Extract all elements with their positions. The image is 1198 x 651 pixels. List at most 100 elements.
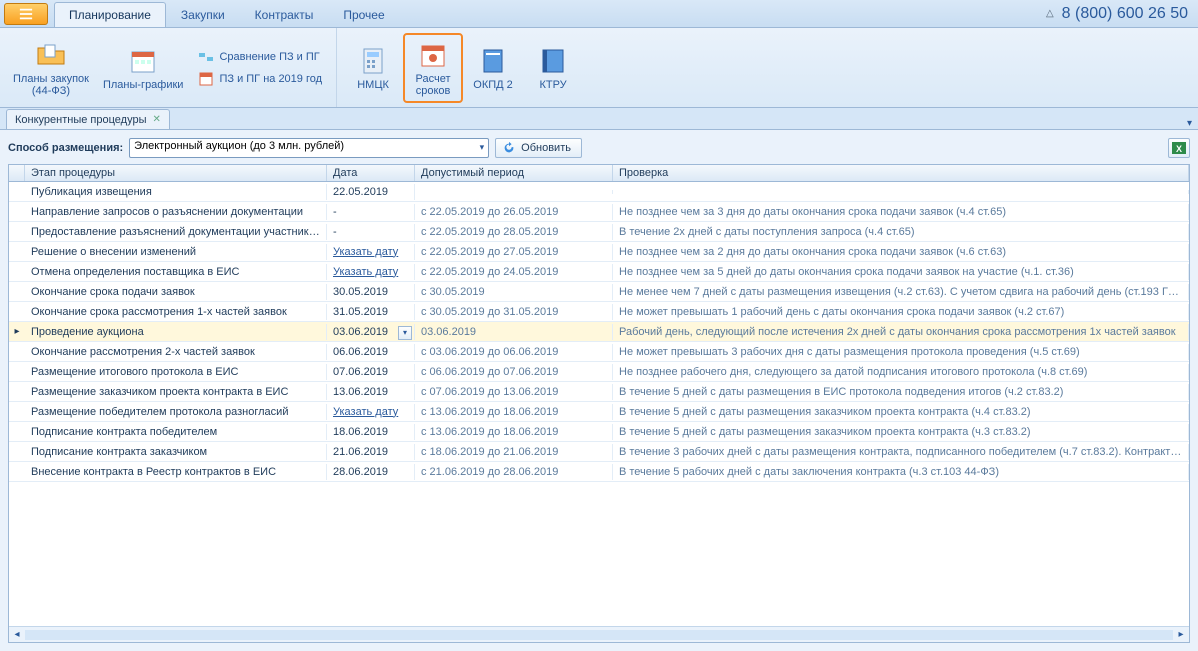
cell-period: с 13.06.2019 до 18.06.2019 xyxy=(415,424,613,440)
cell-stage: Окончание рассмотрения 2-х частей заявок xyxy=(25,344,327,360)
table-row[interactable]: Окончание срока рассмотрения 1-х частей … xyxy=(9,302,1189,322)
cell-period: с 18.06.2019 до 21.06.2019 xyxy=(415,444,613,460)
date-dropdown-icon[interactable]: ▾ xyxy=(398,326,412,340)
table-row[interactable]: Отмена определения поставщика в ЕИСУказа… xyxy=(9,262,1189,282)
table-row[interactable]: Направление запросов о разъяснении докум… xyxy=(9,202,1189,222)
cell-date: 30.05.2019 xyxy=(327,284,415,300)
ribbon-raschet-srokov-button[interactable]: Расчет сроков xyxy=(403,33,463,103)
grid-header: Этап процедуры Дата Допустимый период Пр… xyxy=(9,165,1189,182)
cell-check: Не может превышать 1 рабочий день с даты… xyxy=(613,304,1189,320)
table-row[interactable]: ▸Проведение аукциона03.06.2019▾03.06.201… xyxy=(9,322,1189,342)
table-row[interactable]: Окончание рассмотрения 2-х частей заявок… xyxy=(9,342,1189,362)
cell-period: с 03.06.2019 до 06.06.2019 xyxy=(415,344,613,360)
export-excel-button[interactable]: X xyxy=(1168,138,1190,158)
cell-stage: Решение о внесении изменений xyxy=(25,244,327,260)
cell-period: с 22.05.2019 до 27.05.2019 xyxy=(415,244,613,260)
cell-date: 13.06.2019 xyxy=(327,384,415,400)
refresh-icon xyxy=(502,141,516,155)
cell-check: В течение 3 рабочих дней с даты размещен… xyxy=(613,444,1189,460)
cell-period: с 07.06.2019 до 13.06.2019 xyxy=(415,384,613,400)
cell-stage: Подписание контракта заказчиком xyxy=(25,444,327,460)
scroll-right-icon[interactable]: ▸ xyxy=(1173,629,1189,640)
app-menu-icon xyxy=(19,7,33,21)
cell-date: 07.06.2019 xyxy=(327,364,415,380)
table-row[interactable]: Предоставление разъяснений документации … xyxy=(9,222,1189,242)
table-row[interactable]: Размещение заказчиком проекта контракта … xyxy=(9,382,1189,402)
refresh-button[interactable]: Обновить xyxy=(495,138,582,158)
menu-tab-contracts[interactable]: Контракты xyxy=(240,2,329,27)
cell-stage: Окончание срока подачи заявок xyxy=(25,284,327,300)
ribbon: Планы закупок (44-ФЗ) Планы-графики Срав… xyxy=(0,28,1198,108)
menu-tab-planning[interactable]: Планирование xyxy=(54,2,166,27)
cell-period: с 22.05.2019 до 24.05.2019 xyxy=(415,264,613,280)
folder-icon xyxy=(35,39,67,71)
cell-check: В течение 5 дней с даты размещения заказ… xyxy=(613,404,1189,420)
table-row[interactable]: Размещение победителем протокола разногл… xyxy=(9,402,1189,422)
horizontal-scrollbar[interactable]: ◂ ▸ xyxy=(9,626,1189,642)
cell-check: Не позднее чем за 5 дней до даты окончан… xyxy=(613,264,1189,280)
cell-check: Не менее чем 7 дней с даты размещения из… xyxy=(613,284,1189,300)
ribbon-nmck-button[interactable]: НМЦК xyxy=(343,40,403,96)
cell-stage: Внесение контракта в Реестр контрактов в… xyxy=(25,464,327,480)
table-row[interactable]: Публикация извещения22.05.2019 xyxy=(9,182,1189,202)
doc-tab-competitive-procedures[interactable]: Конкурентные процедуры ✕ xyxy=(6,109,170,129)
app-menu-button[interactable] xyxy=(4,3,48,25)
ribbon-compare-link[interactable]: Сравнение ПЗ и ПГ xyxy=(198,49,322,65)
tab-overflow-icon[interactable]: ▾ xyxy=(1187,118,1192,129)
procedure-grid: Этап процедуры Дата Допустимый период Пр… xyxy=(8,164,1190,643)
cell-date[interactable]: 03.06.2019▾ xyxy=(327,324,415,340)
ribbon-okpd2-button[interactable]: ОКПД 2 xyxy=(463,40,523,96)
table-row[interactable]: Подписание контракта победителем18.06.20… xyxy=(9,422,1189,442)
year-icon xyxy=(198,71,214,87)
cell-stage: Проведение аукциона xyxy=(25,324,327,340)
menu-tab-other[interactable]: Прочее xyxy=(328,2,399,27)
scroll-track[interactable] xyxy=(25,630,1173,640)
cell-check: В течение 5 дней с даты размещения в ЕИС… xyxy=(613,384,1189,400)
cell-stage: Размещение победителем протокола разногл… xyxy=(25,404,327,420)
ribbon-ktru-button[interactable]: КТРУ xyxy=(523,40,583,96)
ribbon-plans-grafiki-button[interactable]: Планы-графики xyxy=(96,40,191,96)
cell-date: 31.05.2019 xyxy=(327,304,415,320)
table-row[interactable]: Внесение контракта в Реестр контрактов в… xyxy=(9,462,1189,482)
scroll-left-icon[interactable]: ◂ xyxy=(9,629,25,640)
cell-period: с 30.05.2019 xyxy=(415,284,613,300)
cell-date: 21.06.2019 xyxy=(327,444,415,460)
cell-date-link[interactable]: Указать дату xyxy=(327,404,415,420)
col-period[interactable]: Допустимый период xyxy=(415,165,613,181)
table-row[interactable]: Окончание срока подачи заявок30.05.2019с… xyxy=(9,282,1189,302)
cell-check: В течение 5 дней с даты размещения заказ… xyxy=(613,424,1189,440)
cell-date-link[interactable]: Указать дату xyxy=(327,264,415,280)
row-indicator-header xyxy=(9,165,25,181)
cell-period: с 21.06.2019 до 28.06.2019 xyxy=(415,464,613,480)
table-row[interactable]: Размещение итогового протокола в ЕИС07.0… xyxy=(9,362,1189,382)
calendar-icon xyxy=(127,45,159,77)
grid-body[interactable]: Публикация извещения22.05.2019Направлени… xyxy=(9,182,1189,626)
cell-stage: Размещение итогового протокола в ЕИС xyxy=(25,364,327,380)
col-check[interactable]: Проверка xyxy=(613,165,1189,181)
placement-method-label: Способ размещения: xyxy=(8,142,123,154)
cell-check: Рабочий день, следующий после истечения … xyxy=(613,324,1189,340)
menu-tab-purchases[interactable]: Закупки xyxy=(166,2,240,27)
filter-row: Способ размещения: Электронный аукцион (… xyxy=(8,138,1190,158)
cell-check: В течение 2х дней с даты поступления зап… xyxy=(613,224,1189,240)
collapse-ribbon-icon[interactable]: △ xyxy=(1046,8,1054,19)
menu-tabs: Планирование Закупки Контракты Прочее xyxy=(54,0,400,27)
cell-period: с 22.05.2019 до 26.05.2019 xyxy=(415,204,613,220)
close-icon[interactable]: ✕ xyxy=(152,114,160,125)
cell-period: с 13.06.2019 до 18.06.2019 xyxy=(415,404,613,420)
cell-period xyxy=(415,190,613,194)
catalog-icon xyxy=(537,45,569,77)
cell-period: с 30.05.2019 до 31.05.2019 xyxy=(415,304,613,320)
ribbon-pz-pg-2019-link[interactable]: ПЗ и ПГ на 2019 год xyxy=(198,71,322,87)
ribbon-plans-zakupok-button[interactable]: Планы закупок (44-ФЗ) xyxy=(6,34,96,102)
col-stage[interactable]: Этап процедуры xyxy=(25,165,327,181)
table-row[interactable]: Подписание контракта заказчиком21.06.201… xyxy=(9,442,1189,462)
compare-icon xyxy=(198,49,214,65)
cell-date-link[interactable]: Указать дату xyxy=(327,244,415,260)
cell-check: Не позднее чем за 2 дня до даты окончани… xyxy=(613,244,1189,260)
table-row[interactable]: Решение о внесении измененийУказать дату… xyxy=(9,242,1189,262)
col-date[interactable]: Дата xyxy=(327,165,415,181)
cell-period: 03.06.2019 xyxy=(415,324,613,340)
cell-date: 22.05.2019 xyxy=(327,184,415,200)
placement-method-dropdown[interactable]: Электронный аукцион (до 3 млн. рублей) xyxy=(129,138,489,158)
